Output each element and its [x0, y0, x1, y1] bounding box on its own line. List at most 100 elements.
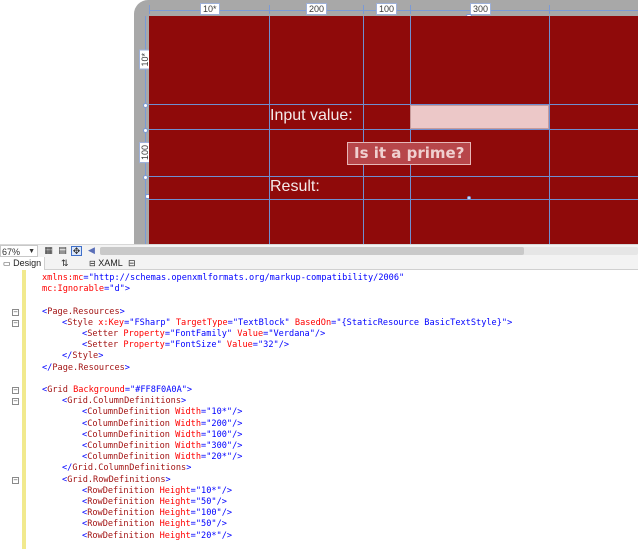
code-line[interactable]: <Setter Property="FontSize" Value="32"/>: [82, 340, 289, 351]
code-line[interactable]: xmlns:mc="http://schemas.openxmlformats.…: [42, 273, 404, 284]
tab-design[interactable]: ▭ Design: [0, 257, 46, 270]
code-token: "10*": [195, 485, 222, 496]
code-line[interactable]: <Grid.ColumnDefinitions>: [62, 396, 186, 407]
code-token: ColumnDefinition: [87, 429, 170, 440]
row-gridline: [149, 199, 638, 200]
code-line[interactable]: <ColumnDefinition Width="20*"/>: [82, 452, 242, 463]
horizontal-scrollbar[interactable]: [100, 247, 638, 255]
input-textbox[interactable]: [410, 105, 549, 129]
code-token: "#FF8F0A0A": [130, 385, 187, 395]
code-token: />: [216, 497, 227, 507]
code-token: "10*": [206, 407, 233, 418]
column-width-label[interactable]: 10*: [200, 3, 220, 15]
code-token: >: [119, 306, 125, 317]
code-token: RowDefinition: [87, 508, 155, 519]
code-line[interactable]: mc:Ignorable="d">: [42, 284, 130, 295]
code-token: Setter: [87, 329, 119, 339]
code-token: Height: [154, 497, 191, 507]
code-token: Style: [67, 317, 94, 328]
zoom-dropdown[interactable]: 67% ▼: [0, 245, 38, 257]
code-line[interactable]: <RowDefinition Height="10*"/>: [82, 486, 232, 497]
code-line[interactable]: <Style x:Key="FSharp" TargetType="TextBl…: [62, 318, 512, 329]
row-gridline: [149, 176, 638, 177]
code-token: Width: [169, 418, 202, 429]
code-line[interactable]: <Setter Property="FontFamily" Value="Ver…: [82, 329, 325, 340]
grid-icon[interactable]: ▤: [57, 246, 68, 256]
code-token: RowDefinition: [87, 530, 155, 541]
code-line[interactable]: <ColumnDefinition Width="200"/>: [82, 419, 242, 430]
column-width-label[interactable]: 200: [306, 3, 328, 15]
result-label[interactable]: Result:: [270, 177, 320, 197]
code-token: Height: [154, 508, 191, 519]
code-line[interactable]: <Page.Resources>: [42, 307, 125, 318]
tab-xaml[interactable]: ⊟ XAML: [86, 257, 126, 270]
row-ruler-handle[interactable]: [143, 103, 148, 108]
code-token: "200": [206, 418, 233, 429]
input-value-label[interactable]: Input value:: [270, 106, 353, 126]
selection-handle[interactable]: [467, 196, 471, 200]
fit-to-window-icon[interactable]: ▦: [43, 246, 54, 256]
column-gridline: [549, 16, 550, 244]
column-gridline: [410, 16, 411, 244]
code-token: RowDefinition: [87, 485, 155, 496]
code-token: "50": [195, 519, 217, 530]
code-token: ColumnDefinition: [87, 407, 170, 418]
code-token: Grid.ColumnDefinitions: [72, 463, 187, 474]
code-line[interactable]: </Page.Resources>: [42, 363, 130, 374]
code-line[interactable]: <RowDefinition Height="50"/>: [82, 497, 227, 508]
code-token: >: [165, 474, 171, 485]
code-line[interactable]: <RowDefinition Height="50"/>: [82, 519, 227, 530]
column-width-label[interactable]: 100: [376, 3, 398, 15]
code-token: "300": [206, 441, 233, 451]
code-line[interactable]: <Grid.RowDefinitions>: [62, 475, 171, 486]
code-line[interactable]: <RowDefinition Height="20*"/>: [82, 531, 232, 542]
code-line[interactable]: <RowDefinition Height="100"/>: [82, 508, 232, 519]
fold-toggle-icon[interactable]: −: [12, 308, 19, 316]
code-line[interactable]: <ColumnDefinition Width="300"/>: [82, 441, 242, 452]
code-line[interactable]: <ColumnDefinition Width="10*"/>: [82, 407, 242, 418]
fold-toggle-icon[interactable]: −: [12, 319, 19, 327]
fold-toggle-icon[interactable]: −: [12, 476, 19, 484]
code-line[interactable]: </Grid.ColumnDefinitions>: [62, 463, 191, 474]
code-line[interactable]: </Style>: [62, 351, 103, 362]
code-token: "Verdana": [268, 329, 315, 339]
code-line[interactable]: <Grid Background="#FF8F0A0A">: [42, 385, 192, 396]
code-token: x:Key: [93, 317, 125, 328]
code-token: >: [124, 284, 130, 295]
row-ruler-handle[interactable]: [143, 128, 148, 133]
triangle-left-icon[interactable]: ◀: [86, 246, 97, 256]
tab-design-label: Design: [13, 258, 42, 268]
fold-toggle-icon[interactable]: −: [12, 398, 19, 406]
column-ruler-tick[interactable]: [149, 5, 150, 14]
snap-to-grid-icon[interactable]: ✥: [71, 246, 82, 257]
code-token: RowDefinition: [87, 497, 155, 507]
column-ruler-tick[interactable]: [549, 5, 550, 14]
scrollbar-thumb[interactable]: [100, 247, 524, 255]
code-token: mc:Ignorable: [42, 284, 105, 295]
code-line[interactable]: <ColumnDefinition Width="100"/>: [82, 430, 242, 441]
code-token: Setter: [87, 340, 119, 351]
column-ruler-tick[interactable]: [410, 5, 411, 14]
code-token: Property: [118, 340, 165, 351]
column-ruler-tick[interactable]: [363, 5, 364, 14]
swap-panes-button[interactable]: ⇅: [58, 257, 72, 270]
code-token: />: [232, 452, 243, 463]
view-tabs: ▭ Design ⇅ ⊟ XAML ⊟: [0, 257, 638, 270]
row-gridline: [149, 129, 638, 130]
zoom-value: 67%: [2, 247, 21, 257]
row-ruler-handle[interactable]: [143, 175, 148, 180]
code-token: >: [124, 362, 130, 373]
column-width-label[interactable]: 300: [470, 3, 492, 15]
collapse-pane-button[interactable]: ⊟: [125, 257, 139, 270]
column-ruler-tick[interactable]: [269, 5, 270, 14]
code-token: Grid.ColumnDefinitions: [67, 396, 182, 407]
code-token: Page.Resources: [47, 306, 120, 317]
code-token: />: [221, 508, 233, 519]
fold-toggle-icon[interactable]: −: [12, 387, 19, 394]
is-prime-button[interactable]: Is it a prime?: [347, 142, 472, 165]
code-token: >: [186, 463, 192, 474]
page-grid[interactable]: [149, 16, 638, 244]
code-token: "100": [206, 429, 233, 440]
code-token: TargetType: [170, 317, 228, 328]
code-token: Value: [221, 340, 253, 351]
